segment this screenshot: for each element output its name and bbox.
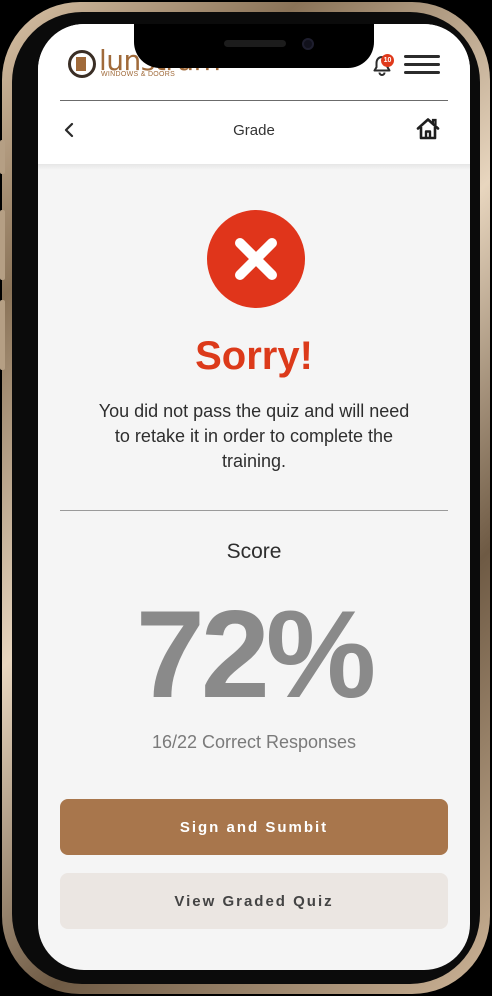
volume-down-button — [0, 300, 5, 370]
header-shadow — [38, 164, 470, 170]
logo-mark-icon — [68, 50, 96, 78]
screen: lunstrum WINDOWS & DOORS 10 Grade — [38, 24, 470, 970]
page-title: Grade — [233, 122, 275, 139]
volume-up-button — [0, 210, 5, 280]
score-label: Score — [226, 540, 282, 563]
result-headline: Sorry! — [195, 334, 313, 378]
header-divider — [60, 100, 448, 101]
phone-notch — [134, 24, 374, 68]
result-message: You did not pass the quiz and will need … — [98, 401, 410, 471]
notification-badge: 10 — [381, 54, 394, 67]
view-graded-quiz-button[interactable]: View Graded Quiz — [60, 873, 448, 929]
score-value: 72% — [135, 586, 376, 724]
correct-responses: 16/22 Correct Responses — [151, 732, 357, 752]
speaker-grille — [224, 40, 286, 47]
hamburger-menu-icon[interactable] — [404, 55, 440, 79]
x-circle-icon — [207, 210, 305, 308]
mute-switch — [0, 140, 5, 174]
front-camera — [302, 38, 314, 50]
section-divider — [60, 510, 448, 511]
sign-and-submit-button[interactable]: Sign and Sumbit — [60, 799, 448, 855]
home-icon[interactable] — [415, 116, 441, 142]
